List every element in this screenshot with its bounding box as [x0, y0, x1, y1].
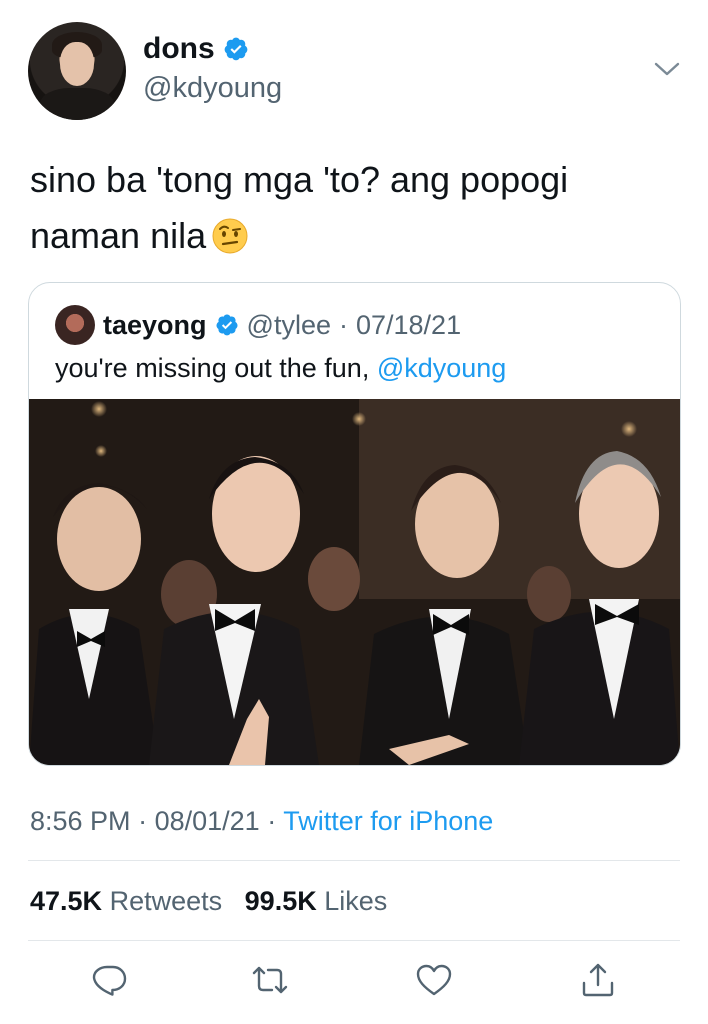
reply-icon[interactable] — [92, 962, 128, 998]
photo-illustration — [29, 399, 680, 765]
tweet-time: 8:56 PM — [30, 806, 131, 836]
author-handle[interactable]: @kdyoung — [143, 72, 282, 105]
chevron-down-icon[interactable] — [652, 58, 682, 80]
tweet-meta: 8:56 PM · 08/01/21 · Twitter for iPhone — [30, 806, 493, 837]
share-icon[interactable] — [580, 962, 616, 998]
tweet-date: 08/01/21 — [154, 806, 260, 836]
tweet-text-line-1: sino ba 'tong mga 'to? ang popogi — [30, 159, 569, 200]
like-icon[interactable] — [416, 962, 452, 998]
quoted-author-name: taeyong — [103, 309, 207, 340]
divider — [28, 940, 680, 941]
tweet-source-link[interactable]: Twitter for iPhone — [283, 806, 493, 836]
quoted-author-handle: @tylee — [246, 309, 331, 340]
author-avatar[interactable] — [28, 22, 126, 120]
verified-badge-icon — [224, 37, 248, 61]
quoted-tweet-text: you're missing out the fun, @kdyoung — [55, 353, 506, 384]
verified-badge-icon — [216, 314, 238, 336]
likes-count[interactable]: 99.5K — [245, 886, 317, 916]
retweets-label[interactable]: Retweets — [110, 886, 223, 916]
quoted-tweet-photo[interactable] — [29, 399, 680, 765]
likes-label[interactable]: Likes — [324, 886, 387, 916]
meta-separator-2: · — [267, 806, 277, 836]
quoted-author-avatar — [55, 305, 95, 345]
retweets-count[interactable]: 47.5K — [30, 886, 102, 916]
tweet-text-line-2-text: naman nila — [30, 215, 207, 256]
quoted-tweet-card[interactable]: taeyong @tylee · 07/18/21 you're missing… — [28, 282, 681, 766]
raised-eyebrow-emoji-icon — [212, 218, 248, 254]
tweet-text: sino ba 'tong mga 'to? ang popogi naman … — [30, 152, 680, 264]
author-name-row: dons — [143, 32, 249, 66]
quoted-tweet-header: taeyong @tylee · 07/18/21 — [55, 305, 461, 345]
quoted-text-body: you're missing out the fun, — [55, 353, 377, 383]
quoted-mention-link[interactable]: @kdyoung — [377, 353, 507, 383]
tweet-stats: 47.5K Retweets 99.5K Likes — [30, 886, 387, 917]
divider — [28, 860, 680, 861]
author-name[interactable]: dons — [143, 32, 215, 66]
quoted-separator: · — [338, 309, 348, 340]
retweet-icon[interactable] — [252, 962, 288, 998]
tweet-text-line-2: naman nila — [30, 208, 680, 264]
quoted-date: 07/18/21 — [355, 309, 462, 340]
meta-separator: · — [138, 806, 148, 836]
